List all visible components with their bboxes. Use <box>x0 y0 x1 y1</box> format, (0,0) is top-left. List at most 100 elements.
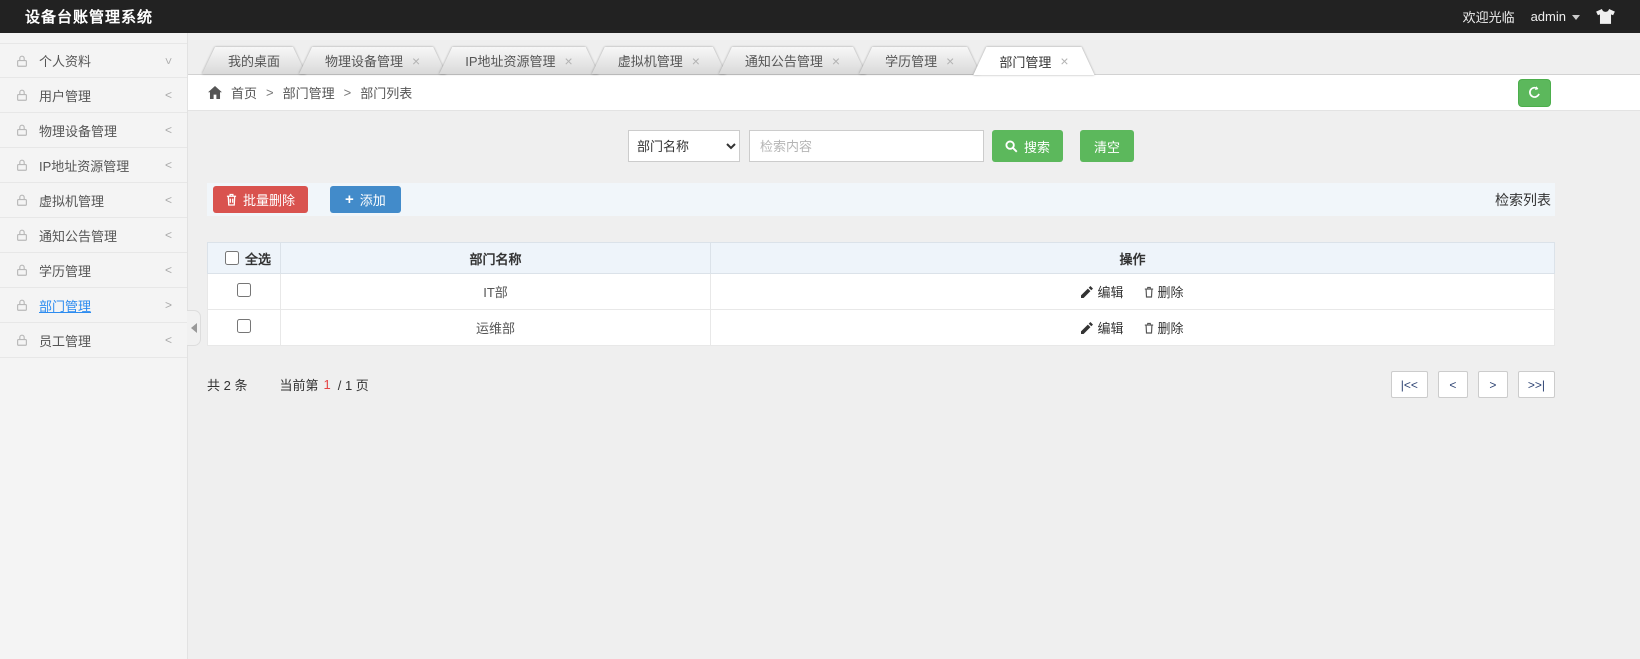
lock-icon <box>17 334 27 346</box>
lock-icon <box>17 124 27 136</box>
sidebar-item-label: 虚拟机管理 <box>39 193 105 209</box>
sidebar-item-announcements[interactable]: 通知公告管理 < <box>0 218 187 253</box>
pagination-prev-button[interactable]: < <box>1437 371 1468 398</box>
sidebar-item-physical-devices[interactable]: 物理设备管理 < <box>0 113 187 148</box>
sidebar-item-education[interactable]: 学历管理 < <box>0 253 187 288</box>
search-button-label: 搜索 <box>1023 139 1050 155</box>
sidebar-item-departments[interactable]: 部门管理 > <box>0 288 187 323</box>
breadcrumb-department-list: 部门列表 <box>360 86 413 101</box>
trash-icon <box>1144 322 1153 334</box>
user-menu[interactable]: admin <box>1531 9 1580 24</box>
tab-education[interactable]: 学历管理 × <box>859 47 980 74</box>
chevron-right-icon: > <box>164 298 172 312</box>
pagination-next-button[interactable]: > <box>1477 371 1508 398</box>
chevron-down-icon: < <box>161 56 176 65</box>
tab-virtual-machines[interactable]: 虚拟机管理 × <box>592 47 726 74</box>
lock-icon <box>17 229 27 241</box>
row-checkbox[interactable] <box>237 319 251 333</box>
sidebar-item-label: 个人资料 <box>39 54 92 69</box>
sidebar-item-label: IP地址资源管理 <box>39 158 130 174</box>
close-icon[interactable]: × <box>565 54 573 68</box>
batch-delete-button[interactable]: 批量删除 <box>213 186 309 213</box>
sidebar-item-label: 通知公告管理 <box>39 228 118 244</box>
sidebar-collapse-handle[interactable] <box>187 310 201 346</box>
pagination-first-button[interactable]: |<< <box>1390 371 1428 398</box>
sidebar-item-profile[interactable]: 个人资料 < <box>0 43 187 78</box>
content-panel: 部门名称 搜索 清空 批量删除 + 添加 <box>188 111 1640 398</box>
breadcrumb-separator: > <box>343 85 352 100</box>
sidebar: 个人资料 < 用户管理 < 物理设备管理 < IP地址资源管理 < 虚拟机管理 … <box>0 33 188 659</box>
home-icon <box>208 86 222 99</box>
tab-announcements[interactable]: 通知公告管理 × <box>719 47 866 74</box>
chevron-left-icon: < <box>164 158 172 172</box>
edit-link-label: 编辑 <box>1097 285 1124 300</box>
search-input[interactable] <box>748 130 984 162</box>
tab-ip-resources[interactable]: IP地址资源管理 × <box>439 47 598 74</box>
current-page-number: 1 <box>323 377 331 392</box>
tab-label: 虚拟机管理 <box>617 54 683 69</box>
app-body: 个人资料 < 用户管理 < 物理设备管理 < IP地址资源管理 < 虚拟机管理 … <box>0 33 1640 659</box>
column-header-department-name: 部门名称 <box>280 242 711 274</box>
row-checkbox[interactable] <box>237 283 251 297</box>
breadcrumb-bar: 首页 > 部门管理 > 部门列表 <box>188 75 1640 111</box>
sidebar-item-users[interactable]: 用户管理 < <box>0 78 187 113</box>
lock-icon <box>17 194 27 206</box>
tab-label: IP地址资源管理 <box>465 54 556 69</box>
close-icon[interactable]: × <box>946 54 954 68</box>
search-button[interactable]: 搜索 <box>991 130 1063 162</box>
search-icon <box>1005 139 1018 152</box>
tab-physical-devices[interactable]: 物理设备管理 × <box>299 47 446 74</box>
delete-link[interactable]: 删除 <box>1144 282 1184 301</box>
edit-link[interactable]: 编辑 <box>1081 282 1124 301</box>
search-field-select[interactable]: 部门名称 <box>627 130 740 162</box>
edit-link-label: 编辑 <box>1097 321 1124 336</box>
tab-departments[interactable]: 部门管理 × <box>973 47 1094 75</box>
chevron-left-icon: < <box>164 228 172 242</box>
add-button-label: 添加 <box>359 193 386 208</box>
refresh-icon <box>1529 86 1540 98</box>
breadcrumb-department-management[interactable]: 部门管理 <box>283 83 335 102</box>
footer-row: 共 2 条 当前第 1 / 1 页 |<< < > >>| <box>207 371 1555 398</box>
sidebar-item-label: 部门管理 <box>39 298 92 314</box>
close-icon[interactable]: × <box>692 54 700 68</box>
select-all-label: 全选 <box>245 251 272 267</box>
refresh-button[interactable] <box>1518 78 1551 107</box>
shirt-theme-icon[interactable] <box>1596 9 1615 24</box>
clear-button[interactable]: 清空 <box>1080 130 1135 162</box>
chevron-left-icon: < <box>164 88 172 102</box>
pencil-icon <box>1081 285 1094 298</box>
close-icon[interactable]: × <box>832 54 840 68</box>
select-all-checkbox[interactable] <box>225 251 239 265</box>
username: admin <box>1530 9 1566 24</box>
topbar: 设备台账管理系统 欢迎光临 admin <box>0 0 1640 33</box>
trash-icon <box>1144 286 1153 298</box>
tab-label: 学历管理 <box>885 54 938 69</box>
tab-my-desktop[interactable]: 我的桌面 <box>202 47 306 74</box>
delete-link-label: 删除 <box>1157 285 1184 300</box>
lock-icon <box>17 159 27 171</box>
add-button[interactable]: + 添加 <box>330 186 401 213</box>
breadcrumb-separator: > <box>266 85 274 100</box>
delete-link[interactable]: 删除 <box>1144 318 1184 337</box>
breadcrumb: 首页 > 部门管理 > 部门列表 <box>208 83 412 102</box>
sidebar-item-label: 学历管理 <box>39 263 92 279</box>
chevron-left-icon: < <box>164 123 172 137</box>
close-icon[interactable]: × <box>412 54 420 68</box>
chevron-left-icon: < <box>164 193 172 207</box>
department-table: 全选 部门名称 操作 IT部 编辑 删除 运维部 编辑 删除 <box>207 242 1555 346</box>
chevron-left-icon: < <box>164 333 172 347</box>
pagination-last-button[interactable]: >>| <box>1517 371 1555 398</box>
sidebar-item-label: 物理设备管理 <box>39 123 118 139</box>
app-title: 设备台账管理系统 <box>25 9 154 26</box>
sidebar-item-label: 员工管理 <box>39 333 92 349</box>
sidebar-item-employees[interactable]: 员工管理 < <box>0 323 187 358</box>
close-icon[interactable]: × <box>1060 54 1068 68</box>
main-area: 我的桌面 物理设备管理 × IP地址资源管理 × 虚拟机管理 × 通知公告管理 … <box>188 33 1640 659</box>
chevron-down-icon <box>1572 15 1580 20</box>
breadcrumb-home[interactable]: 首页 <box>231 83 257 102</box>
chevron-left-icon <box>190 323 197 333</box>
edit-link[interactable]: 编辑 <box>1081 318 1124 337</box>
tab-label: 物理设备管理 <box>325 54 404 69</box>
sidebar-item-virtual-machines[interactable]: 虚拟机管理 < <box>0 183 187 218</box>
sidebar-item-ip-resources[interactable]: IP地址资源管理 < <box>0 148 187 183</box>
